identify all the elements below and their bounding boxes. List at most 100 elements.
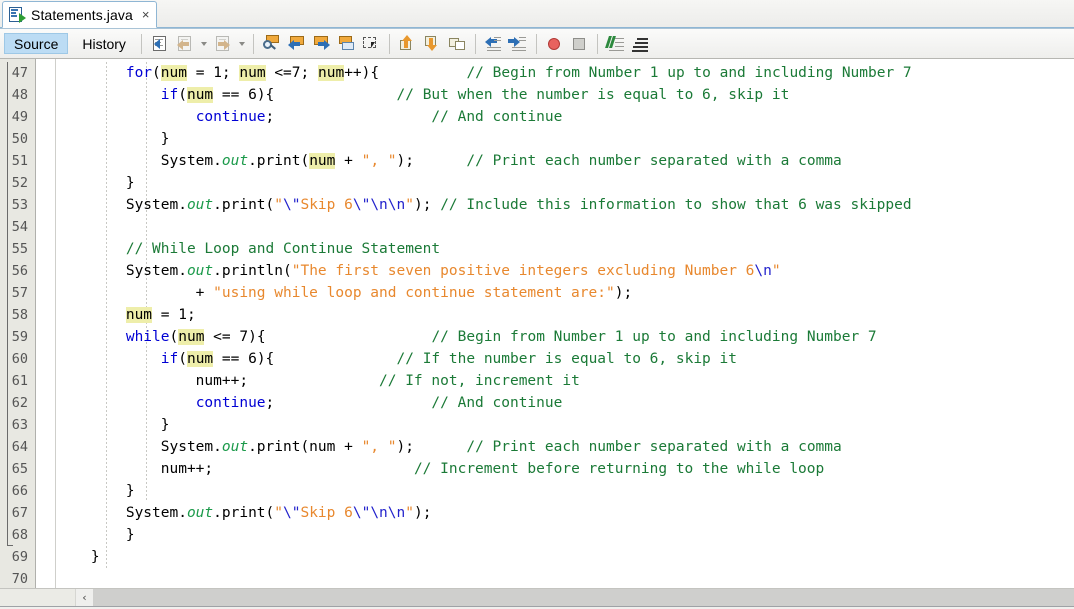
code-line[interactable]: 52 } (0, 172, 1074, 194)
token-plain: ; (186, 307, 196, 323)
code-line[interactable]: 70 (0, 568, 1074, 588)
line-number: 48 (11, 87, 28, 103)
code-line[interactable]: 67 System.out.print("\"Skip 6\"\n\n"); (0, 502, 1074, 524)
rect-selection-icon (362, 35, 380, 52)
forward-dropdown-button[interactable] (236, 32, 247, 55)
code-line[interactable]: 68 } (0, 524, 1074, 546)
forward-button[interactable] (211, 32, 234, 55)
token-plain: 6 (248, 87, 257, 103)
stop-macro-recording-button[interactable] (568, 32, 591, 55)
code-line[interactable]: 48 if(num == 6){ // But when the number … (0, 84, 1074, 106)
token-plain: ); (396, 153, 414, 169)
token-kw: for (125, 65, 153, 81)
code-line[interactable]: 58 num = 1; (0, 304, 1074, 326)
line-number: 53 (11, 197, 28, 213)
token-plain: System. (56, 505, 187, 521)
code-line[interactable]: 59 while(num <= 7){ // Begin from Number… (0, 326, 1074, 348)
inspect-hierarchy-button[interactable] (629, 32, 652, 55)
token-plain: ); (413, 505, 432, 521)
previous-bookmark-button[interactable] (396, 32, 419, 55)
token-cm: // While Loop and Continue Statement (125, 241, 441, 257)
code-line[interactable]: 55 // While Loop and Continue Statement (0, 238, 1074, 260)
shift-right-button[interactable] (507, 32, 530, 55)
code-line[interactable]: 49 continue; // And continue (0, 106, 1074, 128)
line-number: 60 (11, 351, 28, 367)
token-plain: num++; (56, 461, 214, 477)
token-hl: num (239, 65, 266, 81)
token-plain: == (213, 351, 249, 367)
code-line[interactable]: 60 if(num == 6){ // If the number is equ… (0, 348, 1074, 370)
code-line[interactable]: 57 + "using while loop and continue stat… (0, 282, 1074, 304)
code-line[interactable]: 51 System.out.print(num + ", "); // Prin… (0, 150, 1074, 172)
line-number: 58 (11, 307, 28, 323)
rectangular-selection-button[interactable] (360, 32, 383, 55)
code-line[interactable]: 61 num++; // If not, increment it (0, 370, 1074, 392)
token-cm: // Begin from Number 1 up to and includi… (431, 329, 877, 345)
document-tab-label: Statements.java (31, 6, 133, 23)
find-previous-button[interactable] (285, 32, 308, 55)
token-cm: // Print each number separated with a co… (466, 439, 842, 455)
token-cm: // Print each number separated with a co… (466, 153, 842, 169)
code-line[interactable]: 53 System.out.print("\"Skip 6\"\n\n"); /… (0, 194, 1074, 216)
code-line[interactable]: 66 } (0, 480, 1074, 502)
code-line[interactable]: 47 for(num = 1; num <=7; num++){ // Begi… (0, 62, 1074, 84)
code-line[interactable]: 64 System.out.print(num + ", "); // Prin… (0, 436, 1074, 458)
token-plain: ){ (248, 329, 266, 345)
code-line[interactable]: 63 } (0, 414, 1074, 436)
line-number: 62 (11, 395, 28, 411)
toggle-bookmark-button[interactable] (446, 32, 469, 55)
toolbar-separator (535, 33, 537, 54)
token-plain: } (56, 131, 170, 147)
horizontal-scrollbar[interactable]: ‹ (0, 588, 1074, 606)
code-line[interactable]: 69 } (0, 546, 1074, 568)
token-plain: <= (265, 65, 292, 81)
shift-left-button[interactable] (482, 32, 505, 55)
record-macro-icon (546, 35, 563, 52)
start-macro-recording-button[interactable] (543, 32, 566, 55)
line-number: 68 (11, 527, 28, 543)
line-number: 49 (11, 109, 28, 125)
token-fld: out (221, 153, 249, 169)
line-content: } (56, 128, 170, 150)
token-plain: .print( (213, 197, 275, 213)
find-previous-icon (287, 35, 305, 52)
find-next-button[interactable] (310, 32, 333, 55)
token-plain: 1 (213, 65, 222, 81)
line-number: 69 (11, 549, 28, 565)
scroll-left-icon[interactable]: ‹ (76, 589, 93, 606)
token-plain: ; (265, 109, 275, 125)
scrollbar-track[interactable] (93, 589, 1074, 606)
token-plain: 7 (291, 65, 301, 81)
find-selection-button[interactable] (260, 32, 283, 55)
token-esc: \n\n (370, 197, 406, 213)
document-tab-statements-java[interactable]: Statements.java × (2, 1, 158, 28)
code-lines[interactable]: 47 for(num = 1; num <=7; num++){ // Begi… (0, 62, 1074, 588)
code-line[interactable]: 56 System.out.println("The first seven p… (0, 260, 1074, 282)
code-line[interactable]: 62 continue; // And continue (0, 392, 1074, 414)
token-fld: out (186, 197, 214, 213)
tab-source[interactable]: Source (4, 33, 69, 54)
token-esc: \" (352, 197, 371, 213)
next-bookmark-button[interactable] (421, 32, 444, 55)
toolbar-separator (388, 33, 390, 54)
line-content: continue; // And continue (56, 106, 563, 128)
token-plain: ); (614, 285, 633, 301)
inspect-members-button[interactable] (604, 32, 627, 55)
token-cm: // But when the number is equal to 6, sk… (396, 87, 790, 103)
code-editor[interactable]: 47 for(num = 1; num <=7; num++){ // Begi… (0, 59, 1074, 588)
last-edit-position-button[interactable] (148, 32, 171, 55)
code-line[interactable]: 50 } (0, 128, 1074, 150)
last-edit-icon (151, 35, 168, 52)
line-number: 66 (11, 483, 28, 499)
back-button[interactable] (173, 32, 196, 55)
token-plain: ); (396, 439, 414, 455)
close-icon[interactable]: × (142, 8, 150, 21)
token-plain: + (56, 285, 214, 301)
toggle-highlight-button[interactable] (335, 32, 358, 55)
code-line[interactable]: 65 num++; // Increment before returning … (0, 458, 1074, 480)
line-content: System.out.print(num + ", "); // Print e… (56, 150, 842, 172)
back-dropdown-button[interactable] (198, 32, 209, 55)
token-esc: \" (352, 505, 371, 521)
tab-history[interactable]: History (72, 33, 136, 54)
code-line[interactable]: 54 (0, 216, 1074, 238)
